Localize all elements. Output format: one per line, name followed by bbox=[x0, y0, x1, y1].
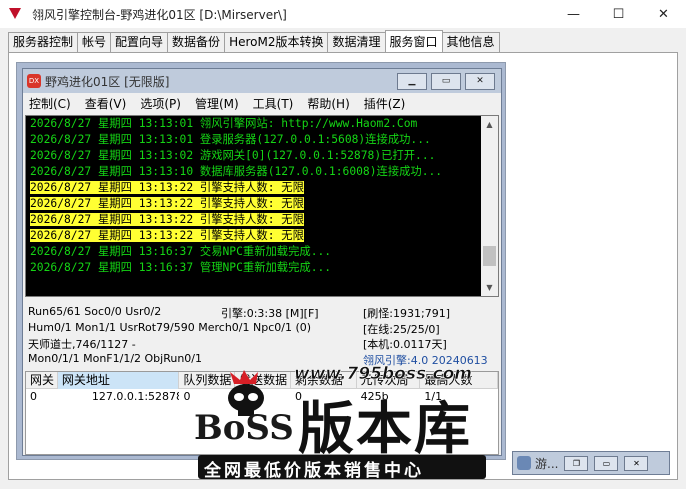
status-run: Run65/61 Soc0/0 Usr0/2 bbox=[28, 305, 162, 318]
cell-gateway: 0 bbox=[30, 390, 37, 403]
menu-bar: 控制(C) 查看(V) 选项(P) 管理(M) 工具(T) 帮助(H) 插件(Z… bbox=[23, 93, 501, 113]
log-line: 2026/8/27 星期四 13:16:37 管理NPC重新加载完成... bbox=[26, 260, 498, 276]
menu-view[interactable]: 查看(V) bbox=[85, 95, 127, 112]
tab-herom2-convert[interactable]: HeroM2版本转换 bbox=[224, 32, 329, 52]
dx-app-icon: DX bbox=[27, 74, 41, 88]
watermark-boss: BoSS bbox=[194, 408, 294, 448]
status-refresh: [刷怪:1931;791] bbox=[363, 307, 450, 320]
watermark-slogan: 全网最低价版本销售中心 bbox=[204, 461, 424, 481]
log-line-text: 2026/8/27 星期四 13:13:01 登录服务器(127.0.0.1:5… bbox=[30, 133, 431, 146]
log-line-text: 2026/8/27 星期四 13:16:37 交易NPC重新加载完成... bbox=[30, 245, 332, 258]
child-close-button[interactable]: ✕ bbox=[465, 73, 495, 90]
minimized-window-title: 游... bbox=[535, 456, 559, 471]
maximize-mini-button[interactable]: ▭ bbox=[594, 455, 619, 471]
menu-help[interactable]: 帮助(H) bbox=[307, 95, 349, 112]
log-line: 2026/8/27 星期四 13:13:22 引擎支持人数: 无限 bbox=[26, 228, 498, 244]
menu-manage[interactable]: 管理(M) bbox=[195, 95, 239, 112]
main-tabs: 服务器控制 帐号 配置向导 数据备份 HeroM2版本转换 数据清理 服务窗口 … bbox=[8, 30, 500, 52]
tab-data-cleanup[interactable]: 数据清理 bbox=[327, 32, 386, 52]
log-line: 2026/8/27 星期四 13:16:37 交易NPC重新加载完成... bbox=[26, 244, 498, 260]
status-online: [在线:25/25/0] bbox=[363, 323, 440, 336]
watermark-url: www.795boss.com bbox=[294, 364, 473, 385]
child-maximize-button[interactable]: ▭ bbox=[431, 73, 461, 90]
status-hum: Hum0/1 Mon1/1 UsrRot79/590 Merch0/1 Npc0… bbox=[28, 321, 312, 334]
minimized-window[interactable]: 游... ❐ ▭ ✕ bbox=[512, 451, 670, 475]
tab-service-window[interactable]: 服务窗口 bbox=[384, 30, 443, 52]
menu-plugins[interactable]: 插件(Z) bbox=[364, 95, 406, 112]
child-window-title: 野鸡进化01区 [无限版] bbox=[45, 74, 170, 89]
scroll-thumb[interactable] bbox=[483, 246, 496, 266]
child-minimize-button[interactable]: ▁ bbox=[397, 73, 427, 90]
app-logo-icon bbox=[8, 7, 22, 21]
log-line-text: 2026/8/27 星期四 13:13:01 翎风引擎网站: http://ww… bbox=[30, 117, 418, 130]
tab-account[interactable]: 帐号 bbox=[77, 32, 112, 52]
watermark-title: 版本库 bbox=[298, 397, 472, 462]
log-console[interactable]: 2026/8/27 星期四 13:13:01 翎风引擎网站: http://ww… bbox=[25, 115, 499, 297]
menu-options[interactable]: 选项(P) bbox=[140, 95, 181, 112]
col-gateway[interactable]: 网关 bbox=[26, 372, 58, 389]
log-line: 2026/8/27 星期四 13:13:10 数据库服务器(127.0.0.1:… bbox=[26, 164, 498, 180]
minimized-window-icon bbox=[517, 456, 531, 470]
close-mini-button[interactable]: ✕ bbox=[624, 455, 649, 471]
minimize-button[interactable]: — bbox=[551, 0, 596, 28]
status-engine-uptime: 引擎:0:3:38 [M][F] bbox=[221, 307, 319, 320]
log-line: 2026/8/27 星期四 13:13:22 引擎支持人数: 无限 bbox=[26, 180, 498, 196]
status-panel: Run65/61 Soc0/0 Usr0/2 引擎:0:3:38 [M][F] … bbox=[25, 303, 499, 367]
log-line-text: 2026/8/27 星期四 13:13:22 引擎支持人数: 无限 bbox=[30, 181, 304, 194]
tab-other-info[interactable]: 其他信息 bbox=[441, 32, 500, 52]
menu-control[interactable]: 控制(C) bbox=[29, 95, 71, 112]
child-title-bar[interactable]: DX 野鸡进化01区 [无限版] ▁ ▭ ✕ bbox=[23, 69, 501, 93]
log-line-text: 2026/8/27 星期四 13:13:22 引擎支持人数: 无限 bbox=[30, 197, 304, 210]
log-line-text: 2026/8/27 星期四 13:13:02 游戏网关[0](127.0.0.1… bbox=[30, 149, 436, 162]
log-line: 2026/8/27 星期四 13:13:22 引擎支持人数: 无限 bbox=[26, 196, 498, 212]
log-line-text: 2026/8/27 星期四 13:13:22 引擎支持人数: 无限 bbox=[30, 229, 304, 242]
status-mon: Mon0/1/1 MonF1/1/2 ObjRun0/1 bbox=[28, 352, 203, 365]
tab-config-wizard[interactable]: 配置向导 bbox=[110, 32, 169, 52]
watermark: www.795boss.com 版本库 BoSS 全网最低价版本销售中心 bbox=[190, 360, 490, 485]
window-title: 翎风引擎控制台-野鸡进化01区 [D:\Mirserver\] bbox=[32, 7, 287, 22]
log-line-text: 2026/8/27 星期四 13:13:10 数据库服务器(127.0.0.1:… bbox=[30, 165, 443, 178]
log-line: 2026/8/27 星期四 13:13:02 游戏网关[0](127.0.0.1… bbox=[26, 148, 498, 164]
menu-tools[interactable]: 工具(T) bbox=[253, 95, 294, 112]
tab-data-backup[interactable]: 数据备份 bbox=[167, 32, 226, 52]
title-bar: 翎风引擎控制台-野鸡进化01区 [D:\Mirserver\] — ☐ ✕ bbox=[0, 0, 686, 28]
scroll-down-arrow-icon[interactable]: ▼ bbox=[481, 279, 498, 296]
tab-server-control[interactable]: 服务器控制 bbox=[8, 32, 79, 52]
col-gateway-address[interactable]: 网关地址 bbox=[57, 372, 180, 389]
log-line: 2026/8/27 星期四 13:13:22 引擎支持人数: 无限 bbox=[26, 212, 498, 228]
log-line: 2026/8/27 星期四 13:13:01 登录服务器(127.0.0.1:5… bbox=[26, 132, 498, 148]
status-local: [本机:0.0117天] bbox=[363, 338, 447, 351]
restore-button[interactable]: ❐ bbox=[564, 455, 589, 471]
log-line: 2026/8/27 星期四 13:13:01 翎风引擎网站: http://ww… bbox=[26, 116, 498, 132]
close-button[interactable]: ✕ bbox=[641, 0, 686, 28]
maximize-button[interactable]: ☐ bbox=[596, 0, 641, 28]
cell-address: 127.0.0.1:52878 bbox=[91, 390, 180, 403]
log-scrollbar[interactable]: ▲ ▼ bbox=[481, 116, 498, 296]
scroll-up-arrow-icon[interactable]: ▲ bbox=[481, 116, 498, 133]
log-line-text: 2026/8/27 星期四 13:13:22 引擎支持人数: 无限 bbox=[30, 213, 304, 226]
status-player: 天师道士,746/1127 - bbox=[28, 338, 136, 351]
log-line-text: 2026/8/27 星期四 13:16:37 管理NPC重新加载完成... bbox=[30, 261, 332, 274]
